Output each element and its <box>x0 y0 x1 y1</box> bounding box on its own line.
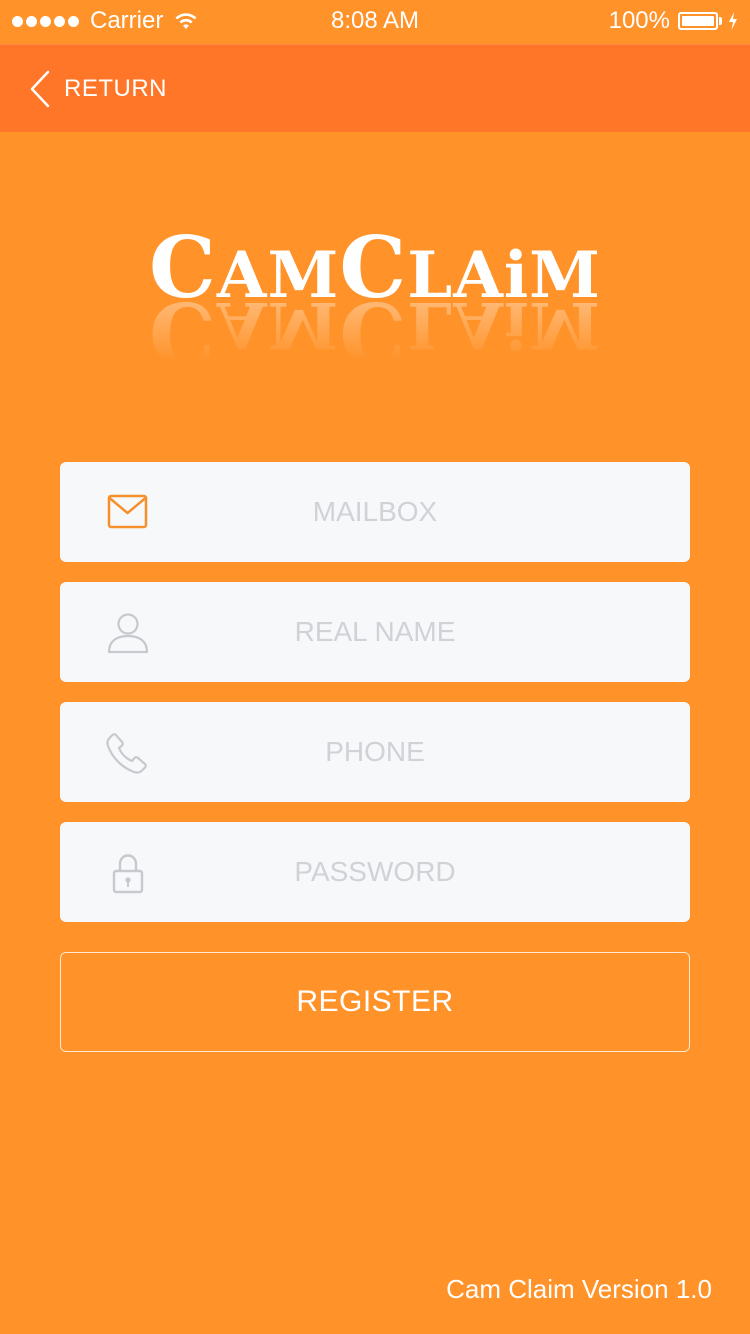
password-field[interactable] <box>60 822 690 922</box>
status-right: 100% <box>609 6 738 36</box>
status-bar: Carrier 8:08 AM 100% <box>0 0 750 44</box>
mailbox-field[interactable] <box>60 462 690 562</box>
real-name-input[interactable] <box>60 582 690 682</box>
lock-icon <box>112 854 144 894</box>
battery-icon <box>678 12 718 30</box>
version-label: Cam Claim Version 1.0 <box>446 1274 712 1304</box>
battery-percent: 100% <box>608 7 670 34</box>
return-label: RETURN <box>64 74 167 102</box>
phone-icon <box>106 733 147 774</box>
register-button[interactable]: REGISTER <box>60 952 690 1052</box>
return-button[interactable]: RETURN <box>28 45 167 132</box>
phone-input[interactable] <box>60 702 690 802</box>
charging-bolt-icon <box>729 12 737 30</box>
nav-bar: RETURN <box>0 44 750 132</box>
phone-field[interactable] <box>60 702 690 802</box>
chevron-left-icon <box>30 70 50 107</box>
mailbox-input[interactable] <box>60 462 690 562</box>
battery-tip <box>719 17 722 25</box>
password-input[interactable] <box>60 822 690 922</box>
envelope-icon <box>107 494 148 529</box>
app-logo: CAMCLAiM CAMCLAiM <box>0 226 750 367</box>
real-name-field[interactable] <box>60 582 690 682</box>
logo-reflection: CAMCLAiM <box>148 302 602 362</box>
user-icon <box>107 613 149 654</box>
